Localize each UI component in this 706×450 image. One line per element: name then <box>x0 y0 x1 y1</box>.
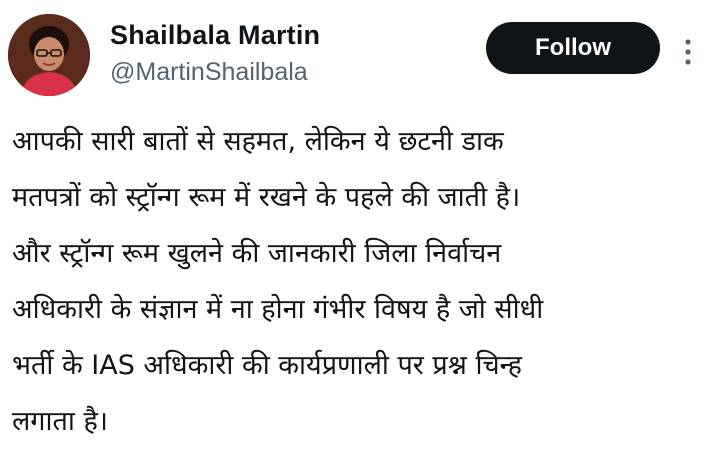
tweet-line: भर्ती के IAS अधिकारी की कार्यप्रणाली पर … <box>12 350 522 381</box>
follow-button[interactable]: Follow <box>486 22 660 74</box>
tweet-text: आपकी सारी बातों से सहमत, लेकिन ये छटनी ड… <box>12 114 702 450</box>
tweet-line: आपकी सारी बातों से सहमत, लेकिन ये छटनी ड… <box>12 126 504 157</box>
more-options-button[interactable] <box>676 32 700 72</box>
more-vertical-icon <box>685 39 691 65</box>
tweet-line: अधिकारी के संज्ञान में ना होना गंभीर विष… <box>12 294 544 325</box>
tweet-line: मतपत्रों को स्ट्रॉन्ग रूम में रखने के पह… <box>12 182 521 213</box>
author-handle[interactable]: @MartinShailbala <box>110 58 308 87</box>
author-display-name[interactable]: Shailbala Martin <box>110 20 320 51</box>
tweet-line: और स्ट्रॉन्ग रूम खुलने की जानकारी जिला न… <box>12 238 502 269</box>
avatar-photo-icon <box>8 14 90 96</box>
avatar[interactable] <box>8 14 90 96</box>
tweet-line: लगाता है। <box>12 406 109 437</box>
